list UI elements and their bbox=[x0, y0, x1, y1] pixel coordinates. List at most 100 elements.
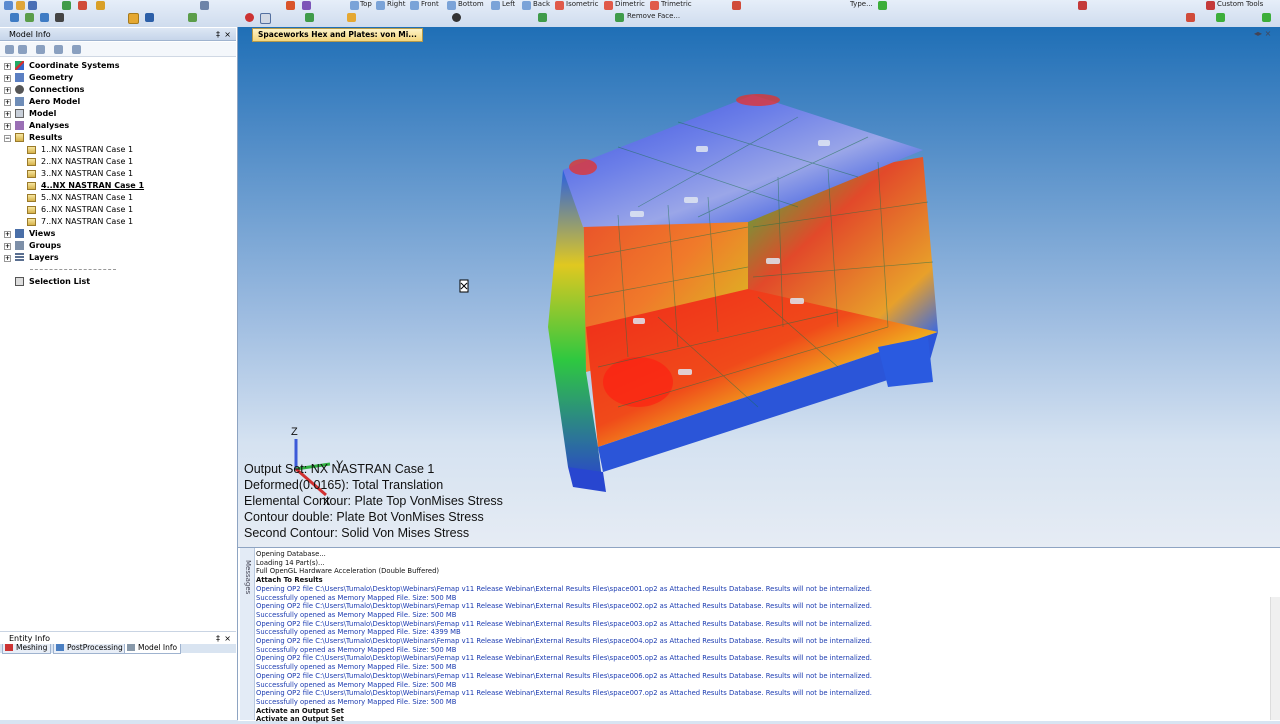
delete-icon[interactable] bbox=[1186, 13, 1195, 22]
load-icon[interactable] bbox=[78, 1, 87, 10]
output-set-icon bbox=[27, 146, 36, 154]
expand-all-icon[interactable] bbox=[5, 45, 14, 54]
tree-label: Layers bbox=[29, 253, 59, 262]
messages-scrollbar[interactable] bbox=[1270, 597, 1280, 720]
view-isometric-icon[interactable] bbox=[555, 1, 564, 10]
constraint-icon[interactable] bbox=[96, 1, 105, 10]
apply-icon[interactable] bbox=[1262, 13, 1271, 22]
message-line: Successfully opened as Memory Mapped Fil… bbox=[256, 680, 457, 689]
select-icon[interactable] bbox=[200, 1, 209, 10]
left-panel: Model Info ‡ × + Coordinate Systems + Ge… bbox=[0, 27, 238, 720]
messages-side-tab[interactable]: Messages bbox=[240, 548, 255, 720]
message-line: Successfully opened as Memory Mapped Fil… bbox=[256, 645, 457, 654]
result-label: 5..NX NASTRAN Case 1 bbox=[41, 193, 134, 202]
view-bottom-button[interactable]: Bottom bbox=[458, 0, 484, 9]
selection-list-icon bbox=[15, 277, 24, 286]
expand-icon[interactable]: + bbox=[4, 87, 11, 94]
remove-face-icon[interactable] bbox=[615, 13, 624, 22]
view-back-icon[interactable] bbox=[522, 1, 531, 10]
custom-tools-icon[interactable] bbox=[1206, 1, 1215, 10]
geometry-editing-icon[interactable] bbox=[347, 13, 356, 22]
view-tab[interactable]: Spaceworks Hex and Plates: von Mi... bbox=[252, 28, 423, 42]
open-icon[interactable] bbox=[16, 1, 25, 10]
tree-label: Coordinate Systems bbox=[29, 61, 120, 70]
circle-icon[interactable] bbox=[245, 13, 254, 22]
view-left-button[interactable]: Left bbox=[502, 0, 515, 9]
view-back-button[interactable]: Back bbox=[533, 0, 550, 9]
node-icon[interactable] bbox=[188, 13, 197, 22]
close-icon[interactable]: × bbox=[224, 632, 231, 645]
tools-icon[interactable] bbox=[1078, 1, 1087, 10]
view-right-button[interactable]: Right bbox=[387, 0, 405, 9]
expand-icon[interactable]: + bbox=[4, 123, 11, 130]
view-left-icon[interactable] bbox=[491, 1, 500, 10]
view-nav-arrows[interactable]: ◂▸ × bbox=[1254, 29, 1271, 38]
type-dropdown[interactable]: Type... bbox=[850, 0, 873, 9]
collapse-icon[interactable]: − bbox=[4, 135, 11, 142]
message-line: Opening Database... bbox=[256, 550, 326, 558]
tree-label: Views bbox=[29, 229, 56, 238]
message-line: Full OpenGL Hardware Acceleration (Doubl… bbox=[256, 567, 440, 576]
custom-tools-button[interactable]: Custom Tools bbox=[1217, 0, 1263, 9]
surface-icon[interactable] bbox=[40, 13, 49, 22]
tree-label: Analyses bbox=[29, 121, 70, 130]
view-dimetric-button[interactable]: Dimetric bbox=[615, 0, 645, 9]
new-icon[interactable] bbox=[4, 1, 13, 10]
hotspot bbox=[603, 357, 673, 407]
view-trimetric-icon[interactable] bbox=[650, 1, 659, 10]
tree-label: Results bbox=[29, 133, 63, 142]
expand-icon[interactable]: + bbox=[4, 231, 11, 238]
expand-icon[interactable]: + bbox=[4, 255, 11, 262]
view-right-icon[interactable] bbox=[376, 1, 385, 10]
solid-icon[interactable] bbox=[145, 13, 154, 22]
view-dimetric-icon[interactable] bbox=[604, 1, 613, 10]
render-icon[interactable] bbox=[286, 1, 295, 10]
text-icon[interactable] bbox=[55, 13, 64, 22]
tree-label: Connections bbox=[29, 85, 85, 94]
visibility-icon[interactable] bbox=[54, 45, 63, 54]
result-label: 4..NX NASTRAN Case 1 bbox=[41, 181, 145, 190]
view-top-button[interactable]: Top bbox=[360, 0, 372, 9]
meshing-toolbox-icon[interactable] bbox=[305, 13, 314, 22]
expand-icon[interactable]: + bbox=[4, 99, 11, 106]
workplane-icon[interactable] bbox=[128, 13, 139, 24]
message-line: Successfully opened as Memory Mapped Fil… bbox=[256, 628, 461, 637]
analyses-icon bbox=[15, 121, 24, 130]
pin-icon[interactable]: ‡ bbox=[216, 28, 220, 41]
expand-icon[interactable]: + bbox=[4, 75, 11, 82]
rectangle-icon[interactable] bbox=[260, 13, 271, 24]
collapse-all-icon[interactable] bbox=[18, 45, 27, 54]
point-icon[interactable] bbox=[452, 13, 461, 22]
tree-label: Geometry bbox=[29, 73, 74, 82]
dynamic-rotate-icon[interactable] bbox=[732, 1, 741, 10]
view-bottom-icon[interactable] bbox=[447, 1, 456, 10]
view-trimetric-button[interactable]: Trimetric bbox=[661, 0, 692, 9]
curve-icon[interactable] bbox=[25, 13, 34, 22]
view-front-icon[interactable] bbox=[410, 1, 419, 10]
pad-icon[interactable] bbox=[538, 13, 547, 22]
hotspot bbox=[569, 159, 597, 175]
view-front-button[interactable]: Front bbox=[421, 0, 439, 9]
view-isometric-button[interactable]: Isometric bbox=[566, 0, 599, 9]
tree-label: Groups bbox=[29, 241, 62, 250]
tab-label: PostProcessing bbox=[67, 643, 123, 652]
remove-face-button[interactable]: Remove Face... bbox=[627, 12, 680, 21]
output-set-icon bbox=[27, 170, 36, 178]
view-style-icon[interactable] bbox=[302, 1, 311, 10]
filter-icon[interactable] bbox=[36, 45, 45, 54]
expand-icon[interactable]: + bbox=[4, 111, 11, 118]
options-icon[interactable] bbox=[72, 45, 81, 54]
message-line: Opening OP2 file C:\Users\Tumalo\Desktop… bbox=[256, 671, 872, 680]
close-icon[interactable]: × bbox=[224, 28, 231, 41]
pin-icon[interactable]: ‡ bbox=[216, 632, 220, 645]
mesh-icon[interactable] bbox=[62, 1, 71, 10]
entity-select-icon[interactable] bbox=[10, 13, 19, 22]
expand-icon[interactable]: + bbox=[4, 243, 11, 250]
save-icon[interactable] bbox=[28, 1, 37, 10]
expand-icon[interactable]: + bbox=[4, 63, 11, 70]
check-icon[interactable] bbox=[1216, 13, 1225, 22]
play-icon[interactable] bbox=[878, 1, 887, 10]
result-label: 7..NX NASTRAN Case 1 bbox=[41, 217, 134, 226]
toolbar-row-1: Top Right Front Bottom Left Back Isometr… bbox=[0, 0, 1280, 11]
view-top-icon[interactable] bbox=[350, 1, 359, 10]
